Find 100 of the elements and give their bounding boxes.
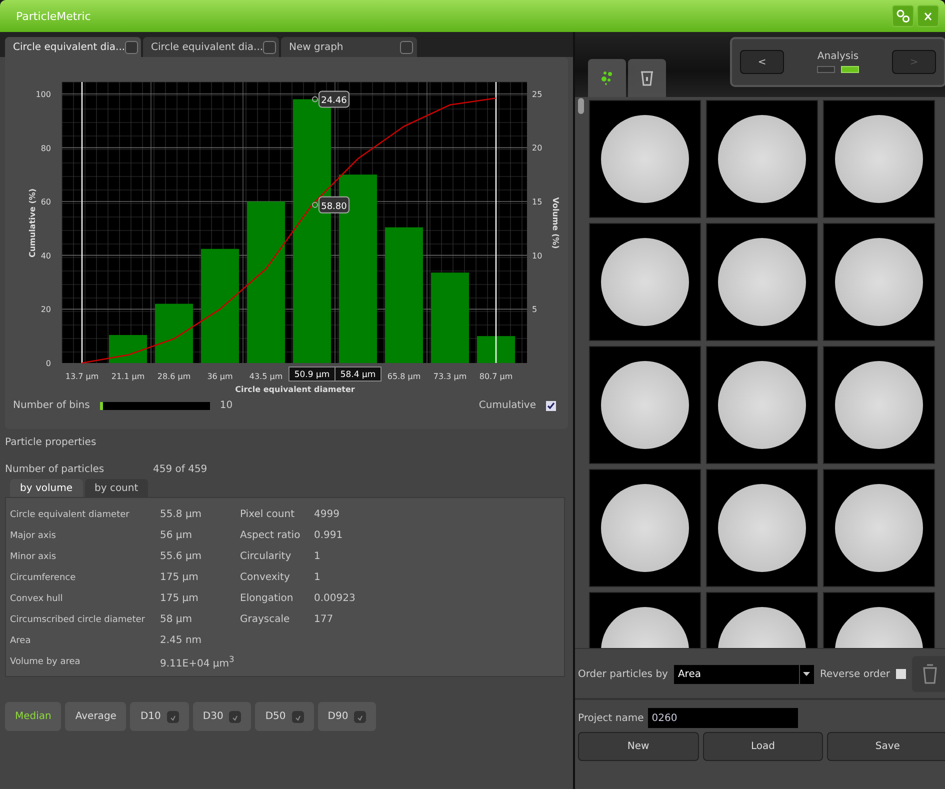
bins-value: 10 [220, 400, 233, 411]
y-tick-label: 0 [46, 359, 51, 368]
project-name-field[interactable]: 0260 [648, 708, 798, 728]
x-tick-label: 50.9 µm [288, 366, 336, 382]
annotation: 58.80 [321, 202, 348, 212]
bins-label: Number of bins [13, 400, 90, 411]
property-value: 56 µm [160, 530, 194, 541]
tab-close-button[interactable] [400, 40, 413, 54]
x-axis-title: Circle equivalent diameter [235, 385, 355, 394]
bar [477, 336, 515, 363]
project-name-label: Project name [578, 712, 644, 724]
bin-icon [922, 664, 938, 684]
statistic-checkbox[interactable] [229, 710, 242, 722]
y-axis-title: Cumulative (%) [28, 188, 37, 258]
count-label: Number of particles [5, 464, 106, 475]
x-tick-label: 80.7 µm [479, 372, 513, 381]
recycle-button[interactable] [912, 656, 945, 692]
property-value: 55.6 µm [160, 551, 203, 562]
scrollbar-thumb[interactable] [578, 98, 584, 114]
y-tick-label: 20 [532, 144, 542, 153]
statistic-checkbox[interactable] [292, 710, 304, 722]
property-value: 2.45 nm [160, 635, 203, 646]
particle-image[interactable] [589, 100, 701, 218]
settings-icon [896, 9, 910, 23]
statistic-button[interactable]: Average [65, 702, 126, 731]
particle-image[interactable] [706, 100, 818, 218]
property-label: Circumference [10, 572, 77, 582]
property-label: Pixel count [240, 509, 296, 520]
count-value: 459 of 459 [153, 464, 208, 475]
particles-icon [599, 70, 615, 86]
y-tick-label: 15 [532, 198, 542, 206]
property-label: Aspect ratio [240, 530, 302, 541]
x-tick-label: 13.7 µm [65, 372, 99, 381]
reverse-order-checkbox[interactable] [896, 669, 906, 679]
graph-tab[interactable]: Circle equivalent dia... [143, 37, 279, 57]
trash-icon [640, 70, 654, 86]
statistic-button[interactable]: D10 [130, 702, 189, 731]
particle-image[interactable] [823, 346, 935, 464]
y-tick-label: 20 [40, 305, 51, 314]
particle-image[interactable] [823, 469, 935, 587]
previous-button[interactable]: < [740, 50, 784, 74]
property-label: Circle equivalent diameter [10, 510, 130, 520]
property-value: 0.991 [314, 530, 343, 541]
view-button[interactable] [588, 59, 626, 97]
slider-fill[interactable] [100, 402, 103, 410]
weighting-tab[interactable]: by volume [10, 479, 82, 497]
property-value: 1 [314, 572, 320, 583]
bar [109, 335, 147, 363]
property-label: Minor axis [10, 552, 58, 562]
view-button[interactable] [628, 59, 666, 97]
settings-button[interactable] [892, 5, 914, 27]
window-title: ParticleMetric [16, 10, 92, 22]
property-value: 1 [314, 551, 320, 562]
project-button[interactable]: Save [827, 732, 945, 761]
tab-close-button[interactable] [125, 40, 138, 54]
bins-slider[interactable] [100, 402, 210, 410]
check-icon [547, 402, 555, 410]
cumulative-checkbox[interactable] [546, 400, 556, 410]
statistic-checkbox[interactable] [166, 710, 179, 722]
x-tick-label: 28.6 µm [157, 372, 191, 381]
project-button[interactable]: Load [702, 732, 824, 761]
property-label: Volume by area [10, 656, 82, 666]
statistic-checkbox[interactable] [354, 710, 366, 722]
x-tick-label: 36 µm [207, 372, 233, 381]
weighting-tab[interactable]: by count [84, 479, 148, 497]
graph-tab[interactable]: Circle equivalent dia... [5, 37, 141, 57]
property-label: Convex hull [10, 594, 64, 604]
particle-image[interactable] [589, 469, 701, 587]
property-value: 58 µm [160, 614, 194, 625]
value-label: 24.46 [312, 90, 350, 108]
particle-image[interactable] [589, 223, 701, 341]
project-button[interactable]: New [578, 732, 699, 761]
x-tick-label: 58.4 µm [340, 370, 376, 380]
particle-image[interactable] [706, 223, 818, 341]
property-value: 4999 [314, 509, 340, 520]
statistic-button[interactable]: D50 [255, 702, 314, 731]
property-value: 177 [314, 614, 334, 625]
close-button[interactable] [917, 5, 939, 27]
particle-image[interactable] [589, 346, 701, 464]
x-tick-label: 50.9 µm [294, 370, 330, 380]
order-dropdown[interactable]: Area [674, 664, 814, 684]
property-value: 9.11E+04 µm$^{3}$ [160, 654, 236, 670]
y-tick-label: 10 [532, 251, 542, 260]
section-title: Particle properties [5, 437, 98, 448]
property-value: 0.00923 [314, 593, 356, 604]
property-label: Elongation [240, 593, 294, 604]
statistic-button[interactable]: D90 [318, 702, 376, 731]
particle-image[interactable] [706, 346, 818, 464]
x-tick-label: 58.4 µm [334, 366, 382, 382]
particle-image[interactable] [823, 100, 935, 218]
particle-image[interactable] [706, 469, 818, 587]
graph-tab[interactable]: New graph [281, 37, 417, 57]
particle-image[interactable] [823, 223, 935, 341]
x-tick-label: 43.5 µm [249, 372, 283, 381]
statistic-button[interactable]: Median [5, 702, 62, 731]
dropdown-caret-icon [803, 672, 810, 676]
statistic-button[interactable]: D30 [192, 702, 252, 731]
tab-close-button[interactable] [263, 40, 276, 54]
property-value: 175 µm [160, 593, 200, 604]
property-label: Circumscribed circle diameter [10, 614, 146, 624]
